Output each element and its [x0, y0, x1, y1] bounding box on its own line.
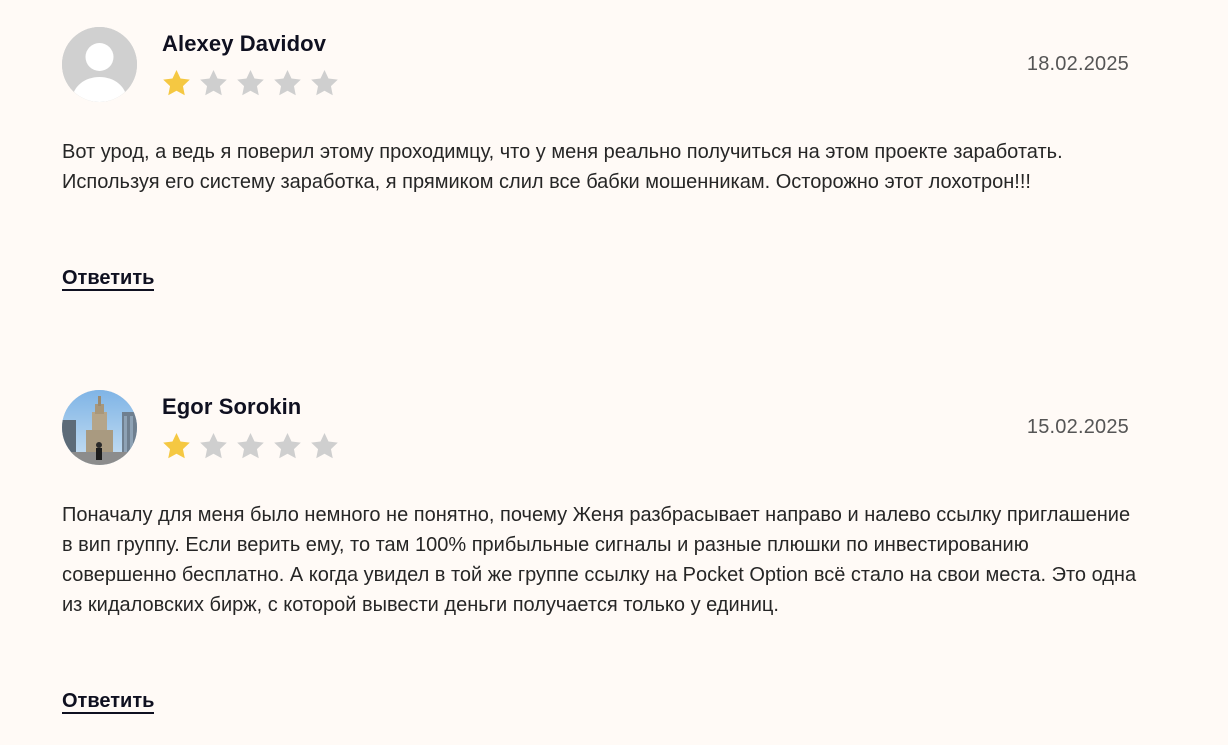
star-rating	[161, 431, 340, 462]
star-empty-icon	[311, 69, 338, 96]
review-author: Egor Sorokin	[162, 394, 302, 419]
review-date: 15.02.2025	[1026, 416, 1129, 438]
star-filled-icon	[163, 69, 190, 96]
star-empty-icon	[274, 69, 301, 96]
avatar	[62, 27, 137, 102]
review-date: 18.02.2025	[1026, 53, 1129, 75]
star-empty-icon	[200, 432, 227, 459]
star-empty-icon	[237, 432, 264, 459]
star-empty-icon	[237, 69, 264, 96]
star-empty-icon	[311, 432, 338, 459]
default-user-icon	[62, 27, 137, 102]
reply-link[interactable]: Ответить	[62, 690, 155, 714]
avatar	[62, 390, 137, 465]
review-author: Alexey Davidov	[162, 31, 327, 56]
star-rating	[161, 68, 340, 99]
star-empty-icon	[274, 432, 301, 459]
user-photo	[62, 390, 137, 465]
star-filled-icon	[163, 432, 190, 459]
review-text: Вот урод, а ведь я поверил этому проходи…	[62, 141, 1063, 193]
star-empty-icon	[200, 69, 227, 96]
reply-link[interactable]: Ответить	[62, 267, 155, 291]
review-text: Поначалу для меня было немного не понятн…	[62, 504, 1137, 616]
